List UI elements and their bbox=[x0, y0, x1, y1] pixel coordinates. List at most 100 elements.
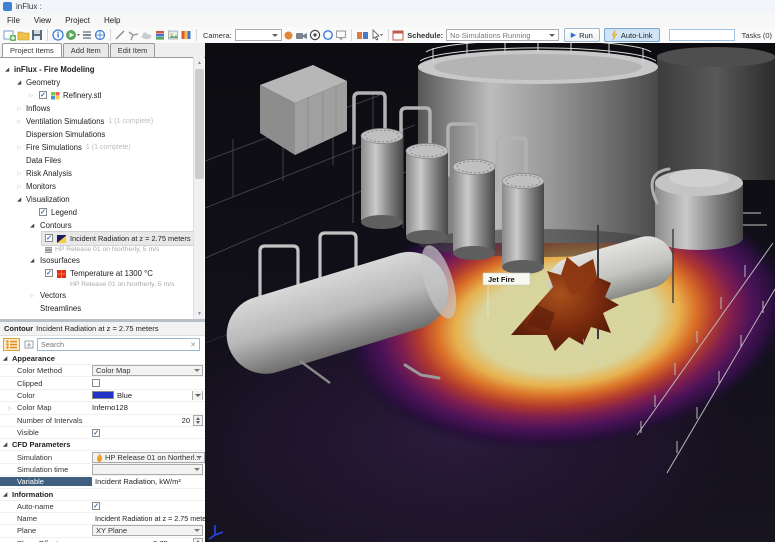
variable-value[interactable]: Incident Radiation, kW/m² bbox=[95, 477, 181, 486]
tree-item-inflows[interactable]: ▷ Inflows bbox=[0, 102, 205, 115]
orbit-icon[interactable] bbox=[322, 28, 334, 42]
measure-icon[interactable] bbox=[356, 28, 369, 42]
properties-header: Contour Incident Radiation at z = 2.75 m… bbox=[0, 322, 205, 336]
menu-view[interactable]: View bbox=[27, 14, 58, 27]
tree-item-geometry[interactable]: ◢ Geometry bbox=[0, 76, 205, 89]
info-icon[interactable] bbox=[52, 28, 64, 42]
clipped-checkbox[interactable] bbox=[92, 379, 100, 387]
camera-dropdown[interactable] bbox=[235, 29, 282, 41]
temperature-checkbox[interactable]: ✓ bbox=[45, 269, 53, 277]
simulation-time-dropdown[interactable] bbox=[92, 464, 203, 475]
line-tool-icon[interactable] bbox=[114, 28, 126, 42]
property-search: ✕ bbox=[37, 338, 200, 351]
visible-checkbox[interactable]: ✓ bbox=[92, 429, 100, 437]
scroll-up-icon: ▲ bbox=[194, 57, 205, 68]
tree-item-dispersion-simulations[interactable]: Dispersion Simulations bbox=[0, 128, 205, 141]
intervals-value[interactable]: 20 bbox=[182, 416, 190, 425]
categorized-view-button[interactable] bbox=[3, 338, 20, 351]
color-dropdown-button[interactable] bbox=[192, 391, 203, 400]
tree-item-fire-simulations[interactable]: ▷ Fire Simulations 1 (1 complete) bbox=[0, 141, 205, 154]
cloud-icon[interactable] bbox=[140, 28, 153, 42]
simulation-dropdown[interactable]: HP Release 01 on Northerl... bbox=[92, 452, 205, 463]
viewport-3d[interactable]: Jet Fire bbox=[205, 43, 775, 542]
snapshot-icon[interactable] bbox=[167, 28, 179, 42]
run-simulation-icon[interactable] bbox=[65, 28, 80, 42]
plane-dropdown[interactable]: XY Plane bbox=[92, 525, 203, 536]
tree-item-root[interactable]: ◢ inFlux - Fire Modeling bbox=[0, 63, 205, 76]
wind-icon[interactable] bbox=[127, 28, 139, 42]
incident-radiation-checkbox[interactable]: ✓ bbox=[45, 234, 53, 242]
globe-target-icon[interactable] bbox=[94, 28, 106, 42]
clear-search-icon[interactable]: ✕ bbox=[190, 341, 196, 349]
prop-row-simulation: Simulation HP Release 01 on Northerl... bbox=[0, 451, 205, 463]
svg-text:Jet Fire: Jet Fire bbox=[488, 275, 515, 284]
schedule-dropdown[interactable]: No Simulations Running bbox=[446, 29, 559, 41]
camera-record-icon[interactable] bbox=[283, 28, 294, 42]
flame-icon bbox=[96, 453, 103, 462]
run-button[interactable]: ▶Run bbox=[564, 28, 600, 42]
alphabetical-view-button[interactable] bbox=[22, 338, 35, 351]
tree-item-temperature[interactable]: ✓ Temperature at 1300 °C bbox=[0, 267, 205, 280]
project-panel: Project Items Add Item Edit Item ◢ inFlu… bbox=[0, 43, 205, 542]
colormap-icon[interactable] bbox=[180, 28, 192, 42]
play-icon: ▶ bbox=[571, 31, 576, 39]
panel-tabs: Project Items Add Item Edit Item bbox=[0, 43, 205, 57]
app-logo-icon bbox=[3, 2, 12, 11]
camera-label: Camera: bbox=[203, 31, 232, 40]
menu-file[interactable]: File bbox=[0, 14, 27, 27]
open-project-icon[interactable] bbox=[17, 28, 30, 42]
plane-offset-spinner[interactable] bbox=[193, 538, 203, 542]
section-cfd-parameters[interactable]: ◢CFD Parameters bbox=[0, 439, 205, 451]
properties-title: Incident Radiation at z = 2.75 meters bbox=[36, 324, 158, 333]
tree-subtext-incident-radiation: HP Release 01 on Northerly, 5 m/s bbox=[42, 245, 205, 254]
auto-name-checkbox[interactable]: ✓ bbox=[92, 502, 100, 510]
tab-edit-item[interactable]: Edit Item bbox=[110, 43, 156, 57]
tree-item-vectors[interactable]: ▷ Vectors bbox=[0, 289, 205, 302]
save-icon[interactable] bbox=[31, 28, 43, 42]
legend-checkbox[interactable]: ✓ bbox=[39, 208, 47, 216]
section-information[interactable]: ◢Information bbox=[0, 489, 205, 501]
lightning-icon bbox=[611, 30, 618, 40]
shutter-icon[interactable] bbox=[309, 28, 321, 42]
schedule-icon bbox=[392, 28, 404, 42]
tree-item-contours[interactable]: ◢ Contours bbox=[0, 219, 205, 232]
tree-item-incident-radiation[interactable]: ✓ Incident Radiation at z = 2.75 meters bbox=[42, 232, 197, 245]
tree-item-legend[interactable]: ✓ Legend bbox=[0, 206, 205, 219]
tree-item-isosurfaces[interactable]: ◢ Isosurfaces bbox=[0, 254, 205, 267]
tree-item-ventilation-simulations[interactable]: ▷ Ventilation Simulations 1 (1 complete) bbox=[0, 115, 205, 128]
tab-project-items[interactable]: Project Items bbox=[2, 43, 62, 57]
menu-help[interactable]: Help bbox=[97, 14, 127, 27]
stl-file-icon bbox=[51, 92, 60, 100]
tree-item-visualization[interactable]: ◢ Visualization bbox=[0, 193, 205, 206]
color-map-value[interactable]: Inferno128 bbox=[92, 403, 128, 412]
properties-panel: Contour Incident Radiation at z = 2.75 m… bbox=[0, 319, 205, 542]
tree-item-monitors[interactable]: ▷ Monitors bbox=[0, 180, 205, 193]
tree-item-streamlines[interactable]: Streamlines bbox=[0, 302, 205, 315]
display-icon[interactable] bbox=[335, 28, 347, 42]
properties-toolbar: ✕ bbox=[0, 336, 205, 353]
scrollbar-thumb[interactable] bbox=[195, 69, 204, 179]
color-method-dropdown[interactable]: Color Map bbox=[92, 365, 203, 376]
tree-item-data-files[interactable]: Data Files bbox=[0, 154, 205, 167]
new-project-icon[interactable] bbox=[3, 28, 16, 42]
tree-item-refinery-stl[interactable]: ▷ ✓ Refinery.stl bbox=[0, 89, 205, 102]
grid-stack-icon[interactable] bbox=[81, 28, 93, 42]
isosurface-icon bbox=[57, 270, 66, 278]
main-toolbar: Camera: Schedule: No Simulations Running… bbox=[0, 27, 775, 44]
tree-item-risk-analysis[interactable]: ▷ Risk Analysis bbox=[0, 167, 205, 180]
layers-icon[interactable] bbox=[154, 28, 166, 42]
section-appearance[interactable]: ◢Appearance bbox=[0, 353, 205, 365]
prop-row-name: Name Incident Radiation at z = 2.75 mete… bbox=[0, 513, 205, 525]
auto-link-button[interactable]: Auto-Link bbox=[604, 28, 660, 42]
property-search-input[interactable] bbox=[41, 340, 196, 349]
menu-project[interactable]: Project bbox=[58, 14, 97, 27]
prop-row-color: Color Blue bbox=[0, 390, 205, 402]
progress-bar bbox=[669, 29, 735, 41]
refinery-checkbox[interactable]: ✓ bbox=[39, 91, 47, 99]
intervals-spinner[interactable] bbox=[193, 415, 203, 426]
select-cursor-icon[interactable] bbox=[370, 28, 384, 42]
tab-add-item[interactable]: Add Item bbox=[63, 43, 109, 57]
prop-row-color-map: ▷Color Map Inferno128 bbox=[0, 402, 205, 414]
video-camera-icon[interactable] bbox=[295, 28, 308, 42]
tree-scrollbar[interactable]: ▲ ▼ bbox=[193, 57, 204, 319]
